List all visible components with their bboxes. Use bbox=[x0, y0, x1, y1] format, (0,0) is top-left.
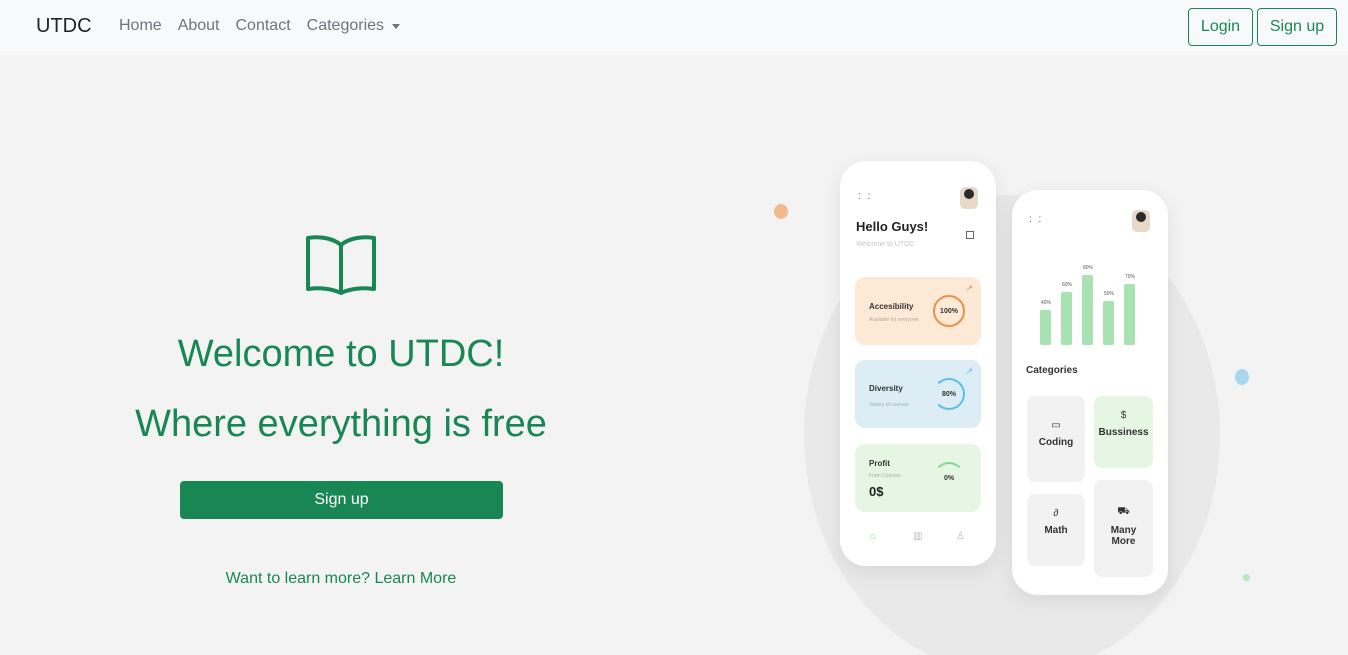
chart-bar bbox=[1124, 284, 1135, 345]
hero-signup-button[interactable]: Sign up bbox=[180, 481, 503, 519]
chart-bar-label: 70% bbox=[1124, 274, 1135, 280]
card-sub: Available for everyone bbox=[869, 317, 919, 323]
nav-link-about[interactable]: About bbox=[178, 17, 220, 35]
card-label: Profit bbox=[869, 459, 890, 468]
phone-subtitle: Welcome to UTDC bbox=[856, 241, 915, 248]
qr-icon bbox=[966, 231, 974, 239]
dropdown-label: Categories bbox=[306, 17, 385, 34]
menu-dots-icon: : : bbox=[858, 191, 873, 202]
chart-icon: ▥ bbox=[913, 531, 923, 542]
dollar-icon: $ bbox=[1120, 410, 1127, 421]
hero-illustration: : : Hello Guys! Welcome to UTDC Accesibi… bbox=[700, 150, 1300, 655]
phone-greeting: Hello Guys! bbox=[856, 219, 929, 234]
card-ring: 100% bbox=[933, 295, 965, 327]
card-sub: Variety of courses bbox=[869, 402, 909, 408]
learn-more-link[interactable]: Learn More bbox=[374, 570, 456, 587]
card-ring: 0% bbox=[933, 462, 965, 494]
home-icon: ⌂ bbox=[870, 531, 877, 542]
nav-link-home[interactable]: Home bbox=[119, 17, 162, 35]
signup-nav-button[interactable]: Sign up bbox=[1257, 8, 1337, 46]
chart-bar-label: 60% bbox=[1061, 282, 1072, 288]
category-label: Coding bbox=[1038, 437, 1074, 448]
login-button[interactable]: Login bbox=[1188, 8, 1253, 46]
monitor-icon: ▭ bbox=[1051, 420, 1061, 431]
decor-dot-green bbox=[1243, 574, 1250, 581]
chart-bar bbox=[1082, 275, 1093, 345]
card-label: Diversity bbox=[869, 384, 903, 393]
card-label: Accesibility bbox=[869, 302, 914, 311]
profit-amount: 0$ bbox=[869, 484, 884, 499]
phone-dashboard: : : Hello Guys! Welcome to UTDC Accesibi… bbox=[840, 161, 996, 566]
caret-down-icon bbox=[392, 23, 401, 29]
categories-title: Categories bbox=[1026, 365, 1078, 376]
category-bussiness: $ Bussiness bbox=[1094, 396, 1153, 468]
card-profit: Profit From Courses 0$ 0% bbox=[855, 444, 981, 512]
chart-bar-label: 50% bbox=[1103, 291, 1114, 297]
category-label: Bussiness bbox=[1098, 427, 1149, 438]
avatar bbox=[1132, 210, 1150, 232]
bar-chart: 40% 60% 80% 50% 70% bbox=[1040, 265, 1140, 345]
card-accesibility: Accesibility Available for everyone 100%… bbox=[855, 277, 981, 345]
card-ring: 80% bbox=[933, 378, 965, 410]
brand-logo[interactable]: UTDC bbox=[36, 15, 92, 38]
category-label: Math bbox=[1044, 525, 1068, 536]
decor-dot-blue bbox=[1235, 369, 1249, 385]
phone-categories: : : 40% 60% 80% 50% 70% Categories ▭ Coding … bbox=[1012, 190, 1168, 595]
category-many-more: ⛟ Many More bbox=[1094, 480, 1153, 577]
avatar bbox=[960, 187, 978, 209]
category-coding: ▭ Coding bbox=[1027, 396, 1085, 482]
nav-link-contact[interactable]: Contact bbox=[236, 17, 291, 35]
cart-icon: ⛟ bbox=[1117, 506, 1130, 517]
nav-dropdown-categories[interactable]: Categories bbox=[306, 17, 401, 35]
navbar: UTDC Home About Contact Categories Login… bbox=[0, 0, 1348, 55]
chart-bar-label: 40% bbox=[1040, 300, 1051, 306]
learn-prefix: Want to learn more? bbox=[225, 570, 371, 587]
hero-title: Welcome to UTDC! bbox=[177, 333, 505, 375]
card-diversity: Diversity Variety of courses 80% ↗ bbox=[855, 360, 981, 428]
arrow-up-right-icon: ↗ bbox=[965, 283, 973, 293]
chart-bar bbox=[1103, 301, 1114, 345]
category-math: ∂ Math bbox=[1027, 494, 1085, 566]
decor-dot-orange bbox=[774, 204, 788, 219]
compass-icon: ∂ bbox=[1053, 508, 1059, 519]
arrow-up-right-icon: ↗ bbox=[965, 366, 973, 376]
chart-bar-label: 80% bbox=[1082, 265, 1093, 271]
category-label: Many More bbox=[1110, 525, 1137, 547]
card-sub: From Courses bbox=[869, 473, 901, 479]
chart-bar bbox=[1040, 310, 1051, 345]
nav-links: Home About Contact Categories bbox=[119, 17, 401, 35]
hero-subtitle: Where everything is free bbox=[135, 403, 547, 445]
learn-more-text: Want to learn more? Learn More bbox=[0, 570, 682, 588]
open-book-icon bbox=[306, 235, 376, 295]
user-icon: ♙ bbox=[956, 531, 965, 542]
menu-dots-icon: : : bbox=[1029, 214, 1044, 225]
chart-bar bbox=[1061, 292, 1072, 345]
